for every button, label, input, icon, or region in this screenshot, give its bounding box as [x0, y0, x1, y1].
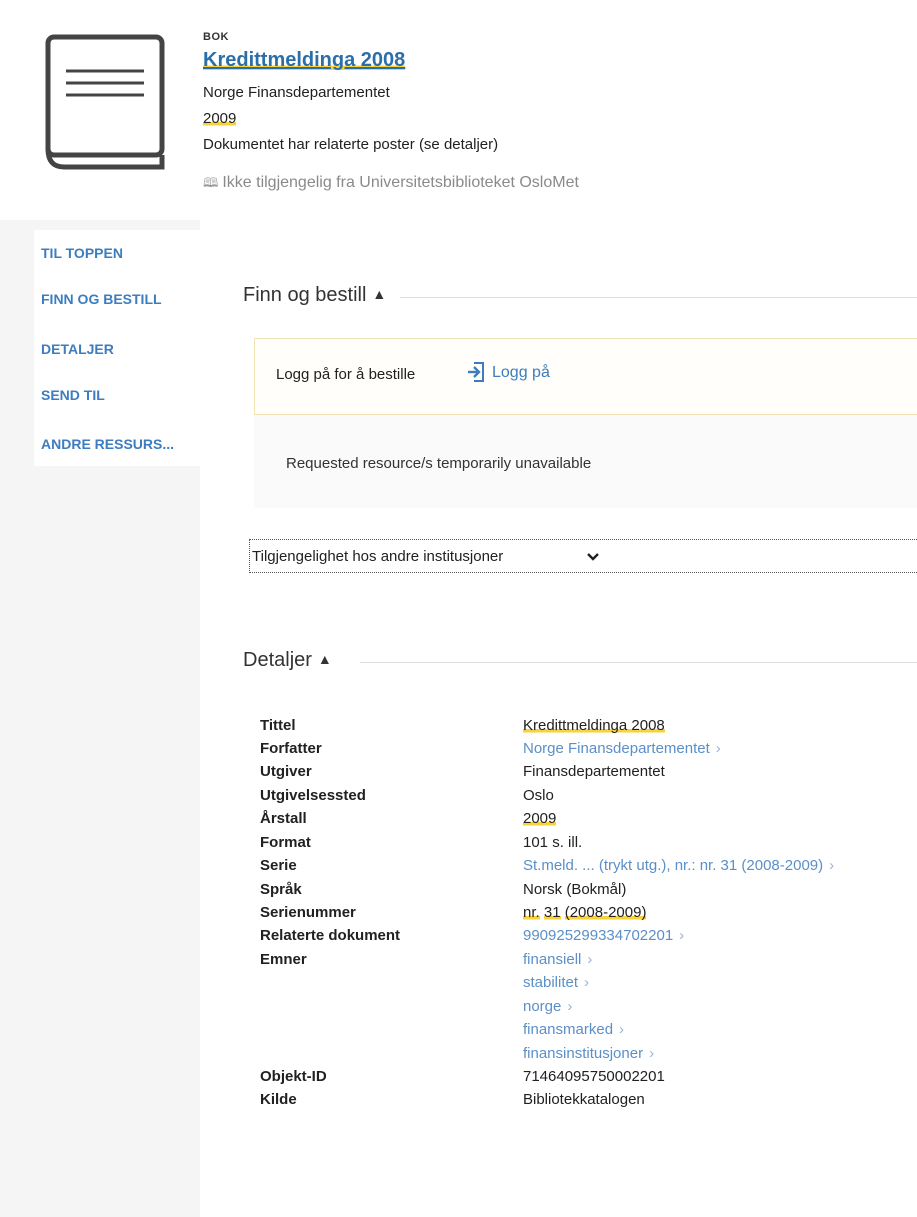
section-nav: TIL TOPPEN FINN OG BESTILL DETALJER SEND…	[34, 230, 200, 466]
related-link[interactable]: 990925299334702201 ›	[523, 927, 684, 944]
other-institutions-label: Tilgjengelighet hos andre institusjoner	[252, 548, 504, 565]
subject-link[interactable]: finansiell ›	[523, 951, 592, 968]
nav-send-til[interactable]: SEND TIL	[41, 387, 105, 403]
subject-link[interactable]: finansinstitusjoner ›	[523, 1045, 654, 1062]
record-title-link[interactable]: Kredittmeldinga 2008	[203, 49, 406, 72]
other-institutions-toggle[interactable]: Tilgjengelighet hos andre institusjoner	[249, 539, 917, 573]
author-link[interactable]: Norge Finansdepartementet ›	[523, 740, 721, 757]
sign-in-icon[interactable]	[466, 361, 486, 383]
unavailable-box: Requested resource/s temporarily unavail…	[254, 415, 917, 508]
nav-andre-ressurser[interactable]: ANDRE RESSURS...	[41, 436, 174, 452]
finn-og-bestill-heading[interactable]: Finn og bestill ▲	[243, 284, 397, 307]
login-prompt: Logg på for å bestille	[276, 366, 416, 383]
chevron-right-icon: ›	[829, 857, 835, 874]
chevron-right-icon: ›	[619, 1021, 625, 1038]
related-note: Dokumentet har relaterte poster (se deta…	[203, 136, 499, 153]
chevron-right-icon: ›	[567, 998, 573, 1015]
series-link[interactable]: St.meld. ... (trykt utg.), nr.: nr. 31 (…	[523, 857, 834, 874]
detaljer-heading[interactable]: Detaljer ▲	[243, 649, 342, 672]
chevron-right-icon: ›	[715, 740, 721, 757]
subject-link[interactable]: finansmarked ›	[523, 1021, 624, 1038]
record-header: BOK Kredittmeldinga 2008 Norge Finansdep…	[0, 0, 917, 220]
record-type: BOK	[203, 31, 229, 43]
chevron-down-icon	[587, 553, 599, 561]
detail-value: Kredittmeldinga 2008	[523, 717, 665, 734]
subject-link[interactable]: stabilitet ›	[523, 974, 589, 991]
login-link[interactable]: Logg på	[492, 364, 550, 382]
login-box: Logg på for å bestille Logg på	[254, 338, 917, 415]
record-author: Norge Finansdepartementet	[203, 84, 390, 101]
section-divider	[400, 297, 917, 298]
book-open-icon: 🕮	[203, 175, 219, 190]
book-icon	[45, 34, 165, 170]
nav-detaljer[interactable]: DETALJER	[41, 341, 114, 357]
subject-link[interactable]: norge ›	[523, 998, 572, 1015]
chevron-right-icon: ›	[679, 927, 685, 944]
chevron-up-icon: ▲	[317, 651, 332, 667]
chevron-right-icon: ›	[587, 951, 593, 968]
nav-finn-og-bestill[interactable]: FINN OG BESTILL	[41, 291, 162, 307]
chevron-right-icon: ›	[584, 974, 590, 991]
content-area: Finn og bestill ▲ Logg på for å bestille …	[200, 220, 917, 1217]
chevron-up-icon: ▲	[372, 286, 387, 302]
availability-status: 🕮 Ikke tilgjengelig fra Universitetsbibli…	[203, 174, 579, 191]
chevron-right-icon: ›	[649, 1045, 655, 1062]
nav-til-toppen[interactable]: TIL TOPPEN	[41, 245, 123, 261]
section-divider	[360, 662, 917, 663]
unavailable-message: Requested resource/s temporarily unavail…	[286, 455, 592, 472]
record-year: 2009	[203, 110, 237, 127]
